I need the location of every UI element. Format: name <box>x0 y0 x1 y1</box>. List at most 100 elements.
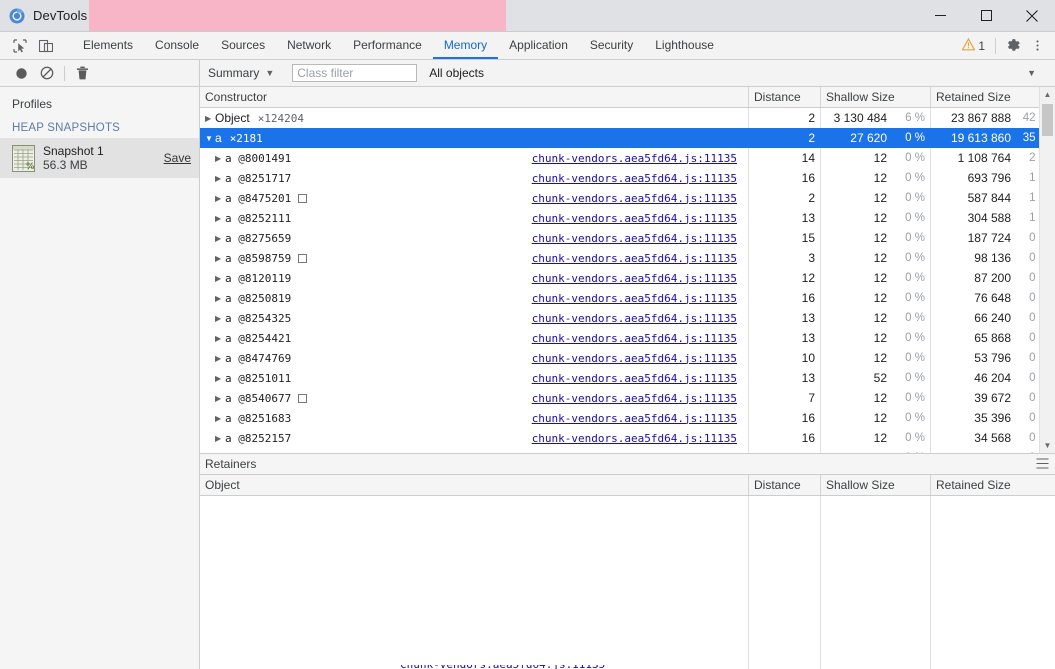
table-row[interactable]: ▶Object×12420423 130 4846 %23 867 88842 … <box>200 108 1055 128</box>
cell-retained-size: 1 108 7642 % <box>931 148 1054 168</box>
collapsed-triangle-icon[interactable]: ▶ <box>215 254 225 263</box>
table-row[interactable]: ▶a @8251229chunk-vendors.aea5fd64.js:111… <box>200 448 1055 453</box>
clear-prohibited-icon[interactable] <box>34 60 60 86</box>
table-row[interactable]: ▶a @8250819chunk-vendors.aea5fd64.js:111… <box>200 288 1055 308</box>
class-filter-input[interactable]: Class filter <box>292 64 417 82</box>
collapsed-triangle-icon[interactable]: ▶ <box>215 294 225 303</box>
table-row[interactable]: ▶a @8540677chunk-vendors.aea5fd64.js:111… <box>200 388 1055 408</box>
hamburger-icon[interactable] <box>1036 458 1049 471</box>
table-row[interactable]: ▶a @8251683chunk-vendors.aea5fd64.js:111… <box>200 408 1055 428</box>
tab-elements[interactable]: Elements <box>72 32 144 59</box>
collapsed-triangle-icon[interactable]: ▶ <box>215 234 225 243</box>
source-link[interactable]: chunk-vendors.aea5fd64.js:11135 <box>532 312 737 325</box>
column-header-constructor[interactable]: Constructor <box>200 87 749 107</box>
collapsed-triangle-icon[interactable]: ▶ <box>215 154 225 163</box>
collapsed-triangle-icon[interactable]: ▶ <box>215 314 225 323</box>
source-link[interactable]: chunk-vendors.aea5fd64.js:11135 <box>532 232 737 245</box>
source-link[interactable]: chunk-vendors.aea5fd64.js:11135 <box>532 452 737 454</box>
source-link[interactable]: chunk-vendors.aea5fd64.js:11135 <box>532 252 737 265</box>
gear-icon[interactable] <box>1001 34 1025 58</box>
record-circle-icon[interactable] <box>8 60 34 86</box>
retainers-column-shallow-size[interactable]: Shallow Size <box>821 475 931 495</box>
source-link[interactable]: chunk-vendors.aea5fd64.js:11135 <box>532 192 737 205</box>
tab-network[interactable]: Network <box>276 32 342 59</box>
source-link[interactable]: chunk-vendors.aea5fd64.js:11135 <box>532 392 737 405</box>
collapsed-triangle-icon[interactable]: ▶ <box>215 414 225 423</box>
grid-scrollbar[interactable]: ▲ ▼ <box>1039 87 1055 453</box>
view-select[interactable]: Summary ▼ <box>208 63 274 84</box>
actions-divider <box>995 38 996 54</box>
kebab-menu-icon[interactable] <box>1025 34 1049 58</box>
table-row[interactable]: ▼a×2181227 6200 %19 613 86035 % <box>200 128 1055 148</box>
source-link[interactable]: chunk-vendors.aea5fd64.js:11135 <box>532 152 737 165</box>
tab-performance[interactable]: Performance <box>342 32 433 59</box>
table-row[interactable]: ▶a @8254325chunk-vendors.aea5fd64.js:111… <box>200 308 1055 328</box>
save-link[interactable]: Save <box>164 151 191 165</box>
objects-select[interactable]: All objects ▼ <box>429 66 1055 80</box>
source-link[interactable]: chunk-vendors.aea5fd64.js:11135 <box>532 372 737 385</box>
column-header-shallow-size[interactable]: Shallow Size <box>821 87 931 107</box>
sidebar-item-snapshot-1[interactable]: % Snapshot 1 56.3 MB Save <box>0 138 199 178</box>
retainers-column-object[interactable]: Object <box>200 475 749 495</box>
collapsed-triangle-icon[interactable]: ▶ <box>215 394 225 403</box>
constructor-grid-body[interactable]: ▶Object×12420423 130 4846 %23 867 88842 … <box>200 108 1055 453</box>
minimize-button[interactable] <box>917 0 963 31</box>
retainers-empty-shallow-col <box>821 496 931 669</box>
collapsed-triangle-icon[interactable]: ▶ <box>215 354 225 363</box>
warning-badge[interactable]: 1 <box>957 38 990 54</box>
tab-memory[interactable]: Memory <box>433 32 498 59</box>
cell-distance: 12 <box>749 268 821 288</box>
memory-main-panel: Constructor Distance Shallow Size Retain… <box>200 87 1055 669</box>
source-link[interactable]: chunk-vendors.aea5fd64.js:11135 <box>532 332 737 345</box>
inspect-cursor-icon[interactable] <box>7 33 33 59</box>
retainers-grid-body[interactable] <box>200 496 1055 669</box>
column-header-distance[interactable]: Distance <box>749 87 821 107</box>
collapsed-triangle-icon[interactable]: ▶ <box>215 434 225 443</box>
table-row[interactable]: ▶a @8252111chunk-vendors.aea5fd64.js:111… <box>200 208 1055 228</box>
maximize-button[interactable] <box>963 0 1009 31</box>
expanded-triangle-icon[interactable]: ▼ <box>205 134 215 143</box>
source-link[interactable]: chunk-vendors.aea5fd64.js:11135 <box>532 272 737 285</box>
table-row[interactable]: ▶a @8254421chunk-vendors.aea5fd64.js:111… <box>200 328 1055 348</box>
collapsed-triangle-icon[interactable]: ▶ <box>215 274 225 283</box>
tab-sources[interactable]: Sources <box>210 32 276 59</box>
collapsed-triangle-icon[interactable]: ▶ <box>215 174 225 183</box>
source-link[interactable]: chunk-vendors.aea5fd64.js:11135 <box>532 172 737 185</box>
source-link[interactable]: chunk-vendors.aea5fd64.js:11135 <box>532 432 737 445</box>
table-row[interactable]: ▶a @8275659chunk-vendors.aea5fd64.js:111… <box>200 228 1055 248</box>
source-link[interactable]: chunk-vendors.aea5fd64.js:11135 <box>532 352 737 365</box>
cell-distance: 16 <box>749 168 821 188</box>
table-row[interactable]: ▶a @8001491chunk-vendors.aea5fd64.js:111… <box>200 148 1055 168</box>
table-row[interactable]: ▶a @8475201chunk-vendors.aea5fd64.js:111… <box>200 188 1055 208</box>
collapsed-triangle-icon[interactable]: ▶ <box>215 334 225 343</box>
close-button[interactable] <box>1009 0 1055 31</box>
constructor-name: a @8251229 <box>225 452 291 454</box>
tab-application[interactable]: Application <box>498 32 579 59</box>
collapsed-triangle-icon[interactable]: ▶ <box>205 114 215 123</box>
table-row[interactable]: ▶a @8474769chunk-vendors.aea5fd64.js:111… <box>200 348 1055 368</box>
tab-lighthouse[interactable]: Lighthouse <box>644 32 725 59</box>
tab-security[interactable]: Security <box>579 32 644 59</box>
trash-icon[interactable] <box>69 60 95 86</box>
table-row[interactable]: ▶a @8251011chunk-vendors.aea5fd64.js:111… <box>200 368 1055 388</box>
shallow-size-value: 12 <box>874 311 887 325</box>
table-row[interactable]: ▶a @8120119chunk-vendors.aea5fd64.js:111… <box>200 268 1055 288</box>
collapsed-triangle-icon[interactable]: ▶ <box>215 214 225 223</box>
scroll-up-arrow-icon[interactable]: ▲ <box>1040 87 1055 102</box>
retainers-column-retained-size[interactable]: Retained Size <box>931 475 1054 495</box>
column-header-retained-size[interactable]: Retained Size <box>931 87 1054 107</box>
tab-console[interactable]: Console <box>144 32 210 59</box>
collapsed-triangle-icon[interactable]: ▶ <box>215 374 225 383</box>
collapsed-triangle-icon[interactable]: ▶ <box>215 194 225 203</box>
table-row[interactable]: ▶a @8251717chunk-vendors.aea5fd64.js:111… <box>200 168 1055 188</box>
source-link[interactable]: chunk-vendors.aea5fd64.js:11135 <box>532 292 737 305</box>
table-row[interactable]: ▶a @8252157chunk-vendors.aea5fd64.js:111… <box>200 428 1055 448</box>
device-toolbar-icon[interactable] <box>33 33 59 59</box>
scrollbar-thumb[interactable] <box>1042 104 1053 136</box>
source-link[interactable]: chunk-vendors.aea5fd64.js:11135 <box>532 212 737 225</box>
shallow-size-value: 12 <box>874 331 887 345</box>
table-row[interactable]: ▶a @8598759chunk-vendors.aea5fd64.js:111… <box>200 248 1055 268</box>
retainers-column-distance[interactable]: Distance <box>749 475 821 495</box>
source-link[interactable]: chunk-vendors.aea5fd64.js:11135 <box>532 412 737 425</box>
scroll-down-arrow-icon[interactable]: ▼ <box>1040 438 1055 453</box>
